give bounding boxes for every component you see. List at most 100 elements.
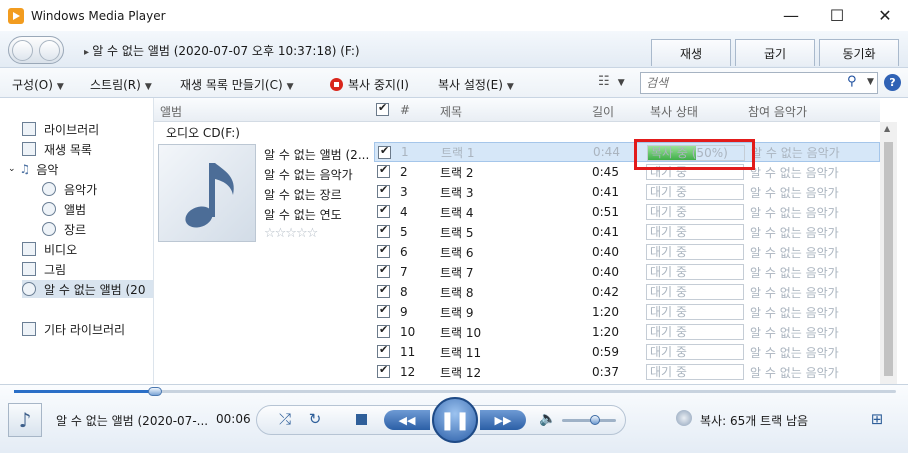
previous-button[interactable]: ◀◀ [384,410,430,430]
column-header-title[interactable]: 제목 [432,98,586,122]
organize-label: 구성(O) [12,78,53,92]
table-row[interactable]: 1트랙 10:44복사 중 (50%)알 수 없는 음악가 [374,142,880,162]
table-row[interactable]: 5 트랙 5 0:41 대기 중 알 수 없는 음악가 [374,222,880,242]
table-row[interactable]: 6 트랙 6 0:40 대기 중 알 수 없는 음악가 [374,242,880,262]
sidebar-item-music[interactable]: ⌄ ♫ 음악 [8,160,58,178]
track-checkbox[interactable] [377,243,390,258]
tab-play[interactable]: 재생 [651,39,731,66]
sidebar-item-cd[interactable]: 알 수 없는 앨범 (20 [22,280,153,298]
rip-status-label: 대기 중 [650,245,687,259]
stop-rip-label: 복사 중지(I) [348,78,409,92]
switch-to-now-playing-icon[interactable]: ⊞ [866,409,888,429]
create-playlist-menu[interactable]: 재생 목록 만들기(C) ▼ [180,76,294,93]
scrollbar-thumb[interactable] [884,142,893,376]
chevron-down-icon[interactable]: ▼ [867,77,874,87]
table-row[interactable]: 11 트랙 11 0:59 대기 중 알 수 없는 음악가 [374,342,880,362]
tab-sync[interactable]: 동기화 [819,39,899,66]
track-checkbox[interactable] [377,163,390,178]
maximize-button[interactable]: ☐ [814,0,860,31]
track-checkbox[interactable] [377,303,390,318]
track-title: 트랙 2 [440,165,474,180]
album-rating-stars[interactable]: ☆☆☆☆☆ [264,226,318,241]
sidebar-item-artist[interactable]: 음악가 [42,180,97,198]
table-row[interactable]: 8 트랙 8 0:42 대기 중 알 수 없는 음악가 [374,282,880,302]
sidebar-item-video[interactable]: 비디오 [22,240,77,258]
track-artist: 알 수 없는 음악가 [750,225,839,240]
album-art[interactable] [158,144,256,242]
volume-thumb[interactable] [590,415,600,425]
close-button[interactable]: ✕ [862,0,908,31]
sidebar-item-pictures[interactable]: 그림 [22,260,66,278]
table-row[interactable]: 10 트랙 10 1:20 대기 중 알 수 없는 음악가 [374,322,880,342]
track-checkbox[interactable] [377,323,390,338]
now-playing-art[interactable]: ♪ [8,403,42,437]
breadcrumb[interactable]: 알 수 없는 앨범 (2020-07-07 오후 10:37:18) (F:) [84,42,359,59]
volume-slider[interactable] [562,415,616,425]
shuffle-button[interactable]: ⤮ [274,408,296,430]
chevron-down-icon: ▼ [506,82,514,92]
table-row[interactable]: 9 트랙 9 1:20 대기 중 알 수 없는 음악가 [374,302,880,322]
track-artist: 알 수 없는 음악가 [750,345,839,360]
table-row[interactable]: 12 트랙 12 0:37 대기 중 알 수 없는 음악가 [374,362,880,382]
track-artist: 알 수 없는 음악가 [750,265,839,280]
seek-thumb[interactable] [148,387,163,396]
table-row[interactable]: 4 트랙 4 0:51 대기 중 알 수 없는 음악가 [374,202,880,222]
select-all-checkbox[interactable] [376,101,389,116]
track-checkbox[interactable] [377,343,390,358]
track-checkbox[interactable] [377,263,390,278]
stream-menu[interactable]: 스트림(R) ▼ [90,76,152,93]
column-header-contributing-artist[interactable]: 참여 음악가 [742,98,880,122]
column-header-select-all[interactable] [374,98,394,122]
sidebar-item-album[interactable]: 앨범 [42,200,86,218]
column-header-album[interactable]: 앨범 [154,98,374,122]
sidebar-item-label: 라이브러리 [44,122,100,137]
track-checkbox[interactable] [377,223,390,238]
stop-button[interactable] [350,408,372,430]
search-input[interactable] [646,73,846,93]
sidebar-item-playlists[interactable]: 재생 목록 [22,140,92,158]
rip-status-cell: 대기 중 [646,244,744,260]
navigation-bar: 알 수 없는 앨범 (2020-07-07 오후 10:37:18) (F:) … [0,31,908,68]
tab-burn[interactable]: 굽기 [735,39,815,66]
repeat-button[interactable]: ↻ [304,408,326,430]
track-checkbox[interactable] [377,363,390,378]
search-icon[interactable]: ⚲ [847,74,857,89]
sidebar-item-other-libraries[interactable]: 기타 라이브러리 [22,320,125,338]
next-button[interactable]: ▶▶ [480,410,526,430]
track-title: 트랙 5 [440,225,474,240]
seek-bar[interactable] [14,387,896,396]
scroll-up-icon[interactable]: ▲ [884,124,890,133]
help-icon[interactable]: ? [884,74,901,91]
track-checkbox[interactable] [378,144,391,159]
volume-icon[interactable]: 🔈 [538,408,558,430]
organize-menu[interactable]: 구성(O) ▼ [12,76,64,93]
track-length: 0:51 [592,205,619,219]
rip-settings-menu[interactable]: 복사 설정(E) ▼ [438,76,514,93]
view-options-button[interactable]: ☷ ▼ [598,74,625,89]
track-title: 트랙 7 [440,265,474,280]
track-length: 0:41 [592,225,619,239]
sidebar-item-genre[interactable]: 장르 [42,220,86,238]
navigation-pane: 라이브러리 재생 목록 ⌄ ♫ 음악 음악가 앨범 장르 비디오 그림 알 수 없는… [0,98,154,384]
back-button[interactable] [12,40,33,61]
rip-status-label: 대기 중 [650,345,687,359]
vertical-scrollbar[interactable]: ▲ [880,122,897,384]
column-header-number[interactable]: # [394,98,432,122]
table-row[interactable]: 7 트랙 7 0:40 대기 중 알 수 없는 음악가 [374,262,880,282]
column-header-length[interactable]: 길이 [586,98,642,122]
now-playing-title: 알 수 없는 앨범 (2020-07-... [56,414,209,428]
track-checkbox[interactable] [377,183,390,198]
minimize-button[interactable]: — [768,0,814,31]
column-header-rip-status[interactable]: 복사 상태 [642,98,742,122]
expand-chevron-icon[interactable]: ⌄ [8,164,16,174]
window-title: Windows Media Player [31,8,166,23]
forward-button[interactable] [39,40,60,61]
stop-rip-button[interactable]: 복사 중지(I) [330,76,409,93]
table-row[interactable]: 2트랙 20:45대기 중알 수 없는 음악가 [374,162,880,182]
track-checkbox[interactable] [377,203,390,218]
search-box[interactable]: ⚲ ▼ [640,72,878,94]
sidebar-item-library[interactable]: 라이브러리 [22,120,99,138]
pause-button[interactable]: ❚❚ [432,397,478,443]
track-checkbox[interactable] [377,283,390,298]
table-row[interactable]: 3 트랙 3 0:41 대기 중 알 수 없는 음악가 [374,182,880,202]
